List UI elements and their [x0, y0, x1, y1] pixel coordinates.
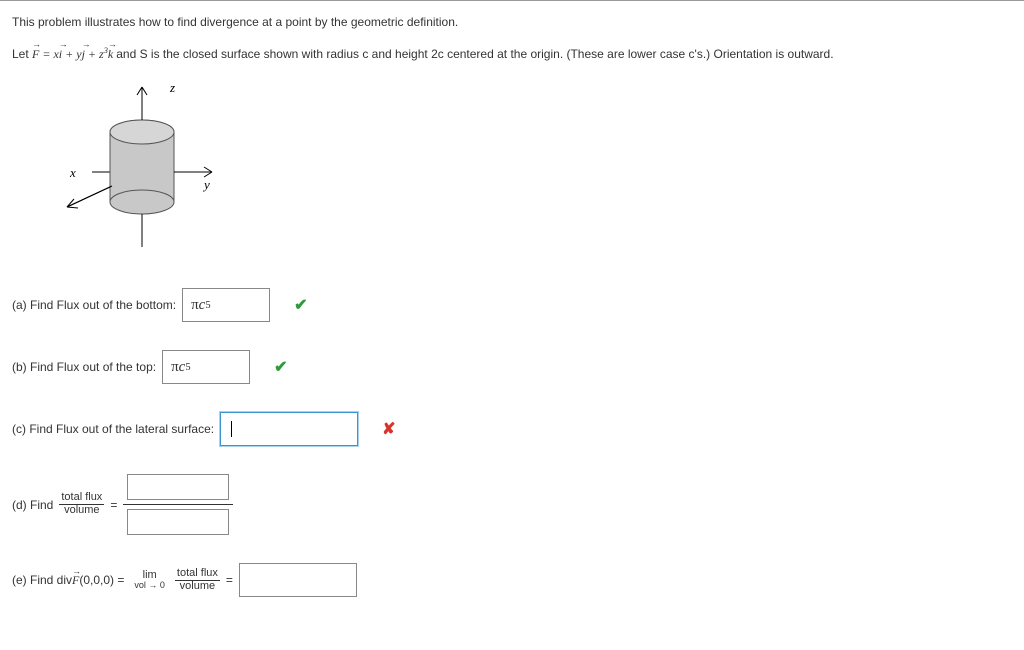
limit-notation: lim vol → 0 — [134, 570, 165, 590]
part-a: (a) Find Flux out of the bottom: πc5 ✔ — [12, 288, 1012, 322]
part-e-answer-input[interactable] — [239, 563, 357, 597]
check-icon: ✔ — [294, 295, 307, 315]
z-axis-label: z — [169, 80, 175, 95]
part-d-label-prefix: (d) Find — [12, 498, 53, 512]
intro-text: This problem illustrates how to find div… — [12, 13, 1012, 31]
part-a-label: (a) Find Flux out of the bottom: — [12, 298, 176, 312]
x-icon: ✘ — [382, 419, 395, 439]
part-d: (d) Find total flux volume = — [12, 474, 1012, 535]
part-b: (b) Find Flux out of the top: πc5 ✔ — [12, 350, 1012, 384]
part-c: (c) Find Flux out of the lateral surface… — [12, 412, 1012, 446]
x-axis-label: x — [69, 165, 76, 180]
equals-sign: = — [110, 498, 117, 512]
part-e-label: (e) Find divF(0,0,0) = — [12, 573, 124, 588]
part-b-label: (b) Find Flux out of the top: — [12, 360, 156, 374]
part-b-answer-input[interactable]: πc5 — [162, 350, 250, 384]
part-e: (e) Find divF(0,0,0) = lim vol → 0 total… — [12, 563, 1012, 597]
part-d-frac-den: volume — [62, 505, 101, 517]
cylinder-diagram: z y x — [12, 77, 1012, 260]
vector-field-definition: Let F = xi + yj + z3k and S is the close… — [12, 45, 1012, 63]
part-e-frac-num: total flux — [175, 568, 220, 581]
part-c-label: (c) Find Flux out of the lateral surface… — [12, 422, 214, 436]
part-a-answer-input[interactable]: πc5 — [182, 288, 270, 322]
part-d-denominator-input[interactable] — [127, 509, 229, 535]
part-e-frac-den: volume — [178, 581, 217, 593]
check-icon: ✔ — [274, 357, 287, 377]
y-axis-label: y — [202, 177, 210, 192]
part-d-numerator-input[interactable] — [127, 474, 229, 500]
part-c-answer-input[interactable] — [220, 412, 358, 446]
equals-sign: = — [226, 573, 233, 587]
